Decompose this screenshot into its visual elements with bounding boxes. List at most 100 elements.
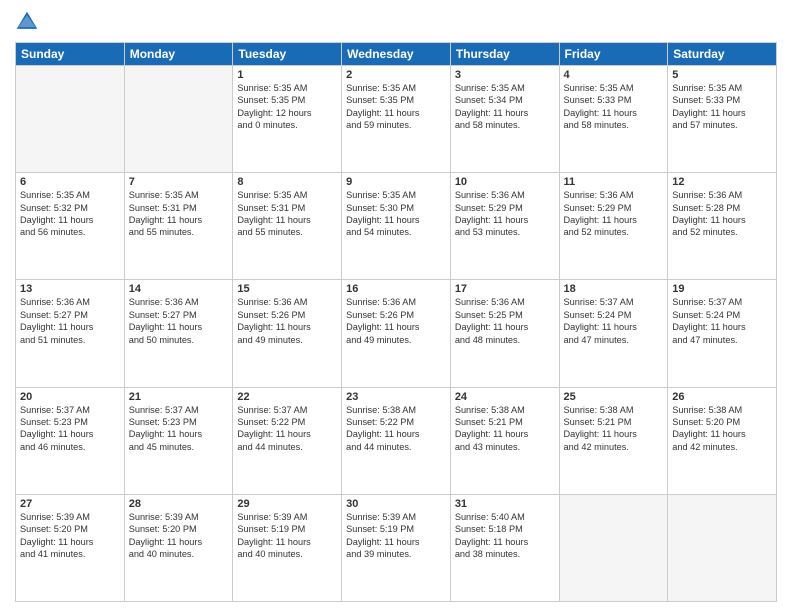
day-info: Sunrise: 5:35 AM Sunset: 5:35 PM Dayligh… — [346, 82, 446, 132]
header — [15, 10, 777, 34]
calendar-cell: 8Sunrise: 5:35 AM Sunset: 5:31 PM Daylig… — [233, 173, 342, 280]
calendar-table: SundayMondayTuesdayWednesdayThursdayFrid… — [15, 42, 777, 602]
day-number: 9 — [346, 176, 446, 188]
day-info: Sunrise: 5:35 AM Sunset: 5:34 PM Dayligh… — [455, 82, 555, 132]
calendar-cell: 26Sunrise: 5:38 AM Sunset: 5:20 PM Dayli… — [668, 387, 777, 494]
day-info: Sunrise: 5:39 AM Sunset: 5:20 PM Dayligh… — [129, 511, 229, 561]
day-info: Sunrise: 5:36 AM Sunset: 5:27 PM Dayligh… — [20, 296, 120, 346]
calendar-cell: 22Sunrise: 5:37 AM Sunset: 5:22 PM Dayli… — [233, 387, 342, 494]
day-number: 18 — [564, 283, 664, 295]
calendar-cell — [16, 66, 125, 173]
calendar-cell: 3Sunrise: 5:35 AM Sunset: 5:34 PM Daylig… — [450, 66, 559, 173]
calendar-cell — [668, 494, 777, 601]
calendar-cell: 29Sunrise: 5:39 AM Sunset: 5:19 PM Dayli… — [233, 494, 342, 601]
day-number: 28 — [129, 498, 229, 510]
day-number: 25 — [564, 391, 664, 403]
day-info: Sunrise: 5:37 AM Sunset: 5:24 PM Dayligh… — [672, 296, 772, 346]
day-number: 23 — [346, 391, 446, 403]
week-row-2: 6Sunrise: 5:35 AM Sunset: 5:32 PM Daylig… — [16, 173, 777, 280]
week-row-5: 27Sunrise: 5:39 AM Sunset: 5:20 PM Dayli… — [16, 494, 777, 601]
logo — [15, 10, 43, 34]
day-number: 5 — [672, 69, 772, 81]
day-number: 2 — [346, 69, 446, 81]
calendar-cell: 17Sunrise: 5:36 AM Sunset: 5:25 PM Dayli… — [450, 280, 559, 387]
weekday-header-friday: Friday — [559, 43, 668, 66]
day-number: 16 — [346, 283, 446, 295]
day-info: Sunrise: 5:35 AM Sunset: 5:32 PM Dayligh… — [20, 189, 120, 239]
day-number: 26 — [672, 391, 772, 403]
calendar-cell: 18Sunrise: 5:37 AM Sunset: 5:24 PM Dayli… — [559, 280, 668, 387]
day-info: Sunrise: 5:37 AM Sunset: 5:24 PM Dayligh… — [564, 296, 664, 346]
calendar-cell: 10Sunrise: 5:36 AM Sunset: 5:29 PM Dayli… — [450, 173, 559, 280]
day-number: 7 — [129, 176, 229, 188]
day-info: Sunrise: 5:36 AM Sunset: 5:26 PM Dayligh… — [237, 296, 337, 346]
day-info: Sunrise: 5:35 AM Sunset: 5:31 PM Dayligh… — [237, 189, 337, 239]
day-number: 6 — [20, 176, 120, 188]
day-info: Sunrise: 5:39 AM Sunset: 5:20 PM Dayligh… — [20, 511, 120, 561]
day-number: 21 — [129, 391, 229, 403]
calendar-cell: 21Sunrise: 5:37 AM Sunset: 5:23 PM Dayli… — [124, 387, 233, 494]
logo-icon — [15, 10, 39, 34]
weekday-header-monday: Monday — [124, 43, 233, 66]
day-info: Sunrise: 5:35 AM Sunset: 5:35 PM Dayligh… — [237, 82, 337, 132]
calendar-cell — [124, 66, 233, 173]
calendar-cell: 30Sunrise: 5:39 AM Sunset: 5:19 PM Dayli… — [342, 494, 451, 601]
calendar-cell: 4Sunrise: 5:35 AM Sunset: 5:33 PM Daylig… — [559, 66, 668, 173]
day-info: Sunrise: 5:37 AM Sunset: 5:23 PM Dayligh… — [129, 404, 229, 454]
calendar-cell: 1Sunrise: 5:35 AM Sunset: 5:35 PM Daylig… — [233, 66, 342, 173]
day-info: Sunrise: 5:36 AM Sunset: 5:29 PM Dayligh… — [455, 189, 555, 239]
weekday-header-sunday: Sunday — [16, 43, 125, 66]
weekday-header-saturday: Saturday — [668, 43, 777, 66]
day-number: 22 — [237, 391, 337, 403]
calendar-cell: 11Sunrise: 5:36 AM Sunset: 5:29 PM Dayli… — [559, 173, 668, 280]
calendar-cell: 2Sunrise: 5:35 AM Sunset: 5:35 PM Daylig… — [342, 66, 451, 173]
weekday-header-wednesday: Wednesday — [342, 43, 451, 66]
calendar-cell: 23Sunrise: 5:38 AM Sunset: 5:22 PM Dayli… — [342, 387, 451, 494]
day-number: 10 — [455, 176, 555, 188]
day-number: 4 — [564, 69, 664, 81]
day-info: Sunrise: 5:35 AM Sunset: 5:30 PM Dayligh… — [346, 189, 446, 239]
day-number: 29 — [237, 498, 337, 510]
calendar-cell: 28Sunrise: 5:39 AM Sunset: 5:20 PM Dayli… — [124, 494, 233, 601]
day-number: 12 — [672, 176, 772, 188]
week-row-4: 20Sunrise: 5:37 AM Sunset: 5:23 PM Dayli… — [16, 387, 777, 494]
week-row-1: 1Sunrise: 5:35 AM Sunset: 5:35 PM Daylig… — [16, 66, 777, 173]
day-number: 17 — [455, 283, 555, 295]
day-info: Sunrise: 5:36 AM Sunset: 5:27 PM Dayligh… — [129, 296, 229, 346]
day-number: 1 — [237, 69, 337, 81]
day-info: Sunrise: 5:40 AM Sunset: 5:18 PM Dayligh… — [455, 511, 555, 561]
calendar-cell: 25Sunrise: 5:38 AM Sunset: 5:21 PM Dayli… — [559, 387, 668, 494]
weekday-header-row: SundayMondayTuesdayWednesdayThursdayFrid… — [16, 43, 777, 66]
page: SundayMondayTuesdayWednesdayThursdayFrid… — [0, 0, 792, 612]
day-number: 3 — [455, 69, 555, 81]
calendar-cell: 19Sunrise: 5:37 AM Sunset: 5:24 PM Dayli… — [668, 280, 777, 387]
day-info: Sunrise: 5:38 AM Sunset: 5:21 PM Dayligh… — [455, 404, 555, 454]
day-info: Sunrise: 5:35 AM Sunset: 5:33 PM Dayligh… — [672, 82, 772, 132]
calendar-cell: 16Sunrise: 5:36 AM Sunset: 5:26 PM Dayli… — [342, 280, 451, 387]
calendar-cell: 9Sunrise: 5:35 AM Sunset: 5:30 PM Daylig… — [342, 173, 451, 280]
calendar-cell: 5Sunrise: 5:35 AM Sunset: 5:33 PM Daylig… — [668, 66, 777, 173]
day-info: Sunrise: 5:37 AM Sunset: 5:23 PM Dayligh… — [20, 404, 120, 454]
day-number: 20 — [20, 391, 120, 403]
day-number: 14 — [129, 283, 229, 295]
calendar-cell: 31Sunrise: 5:40 AM Sunset: 5:18 PM Dayli… — [450, 494, 559, 601]
day-info: Sunrise: 5:39 AM Sunset: 5:19 PM Dayligh… — [237, 511, 337, 561]
day-number: 31 — [455, 498, 555, 510]
day-number: 15 — [237, 283, 337, 295]
calendar-cell: 15Sunrise: 5:36 AM Sunset: 5:26 PM Dayli… — [233, 280, 342, 387]
calendar-cell: 24Sunrise: 5:38 AM Sunset: 5:21 PM Dayli… — [450, 387, 559, 494]
calendar-cell: 27Sunrise: 5:39 AM Sunset: 5:20 PM Dayli… — [16, 494, 125, 601]
day-info: Sunrise: 5:36 AM Sunset: 5:28 PM Dayligh… — [672, 189, 772, 239]
day-info: Sunrise: 5:37 AM Sunset: 5:22 PM Dayligh… — [237, 404, 337, 454]
day-number: 27 — [20, 498, 120, 510]
day-number: 8 — [237, 176, 337, 188]
day-info: Sunrise: 5:36 AM Sunset: 5:26 PM Dayligh… — [346, 296, 446, 346]
day-info: Sunrise: 5:39 AM Sunset: 5:19 PM Dayligh… — [346, 511, 446, 561]
day-number: 30 — [346, 498, 446, 510]
day-number: 11 — [564, 176, 664, 188]
day-info: Sunrise: 5:38 AM Sunset: 5:21 PM Dayligh… — [564, 404, 664, 454]
weekday-header-tuesday: Tuesday — [233, 43, 342, 66]
calendar-cell: 14Sunrise: 5:36 AM Sunset: 5:27 PM Dayli… — [124, 280, 233, 387]
day-info: Sunrise: 5:38 AM Sunset: 5:20 PM Dayligh… — [672, 404, 772, 454]
calendar-cell: 20Sunrise: 5:37 AM Sunset: 5:23 PM Dayli… — [16, 387, 125, 494]
